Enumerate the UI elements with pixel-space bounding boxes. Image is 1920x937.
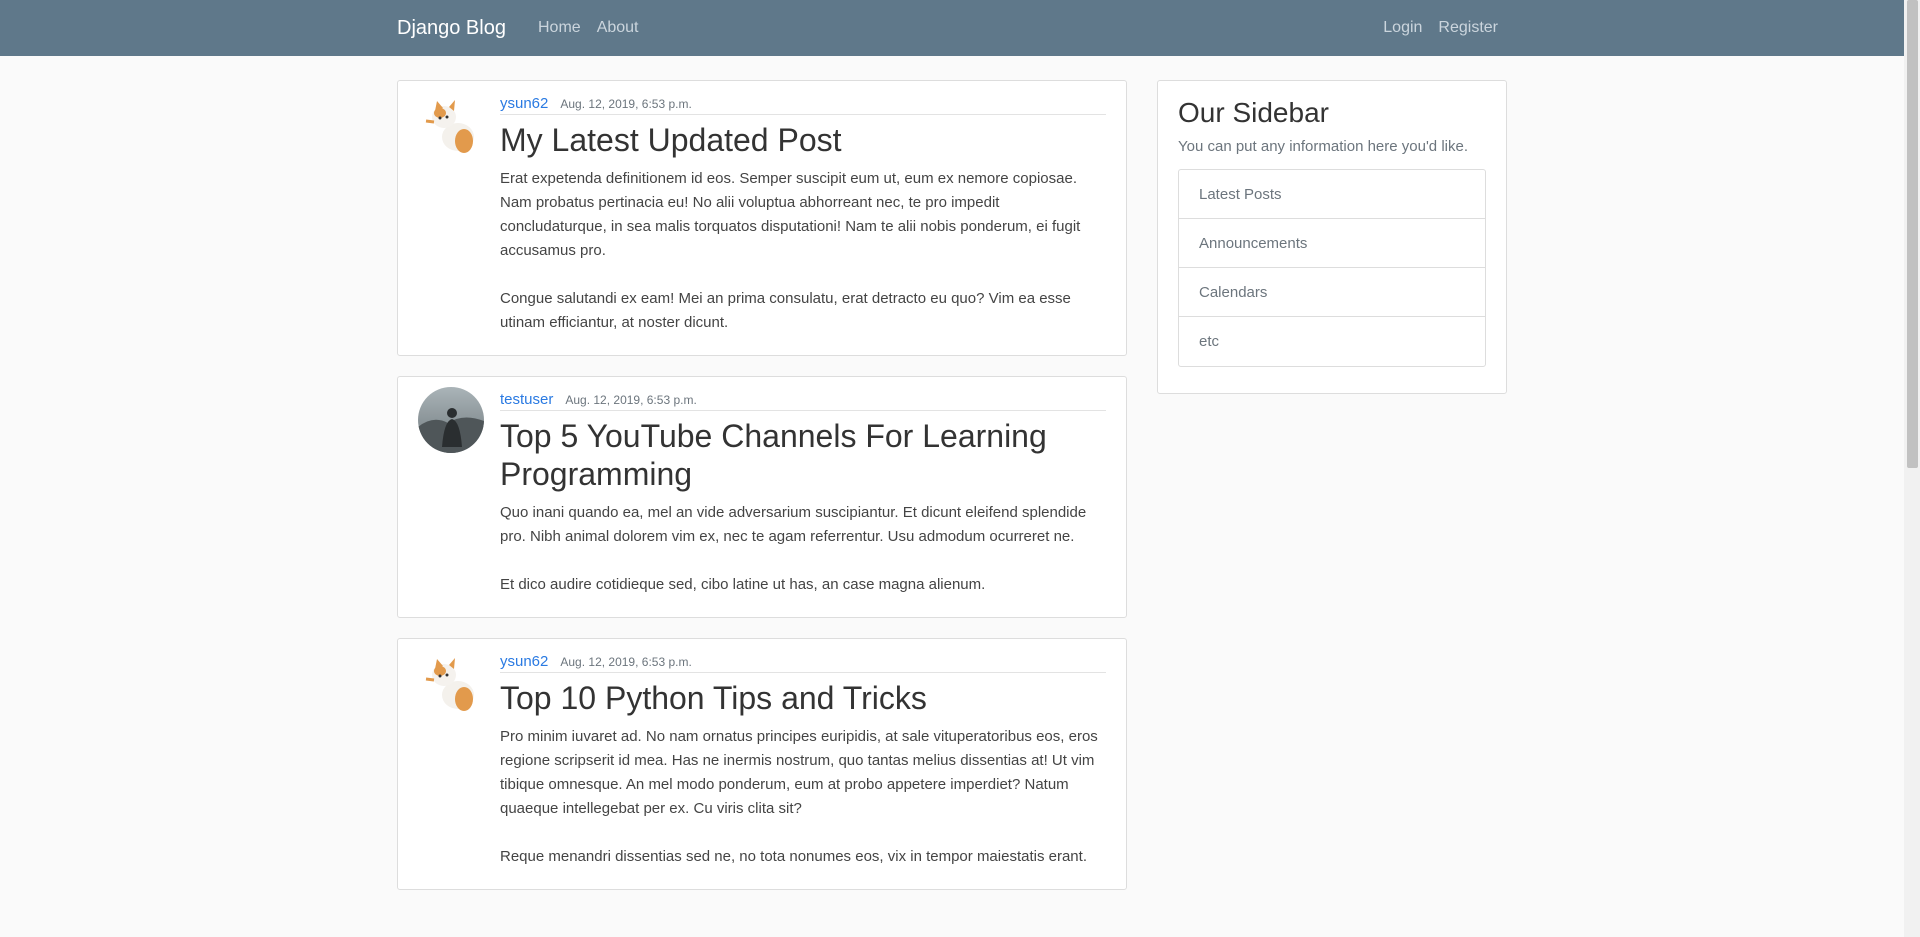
nav-auth-links: Login Register: [1383, 18, 1498, 38]
post-date: Aug. 12, 2019, 6:53 p.m.: [565, 393, 697, 407]
nav-register-link[interactable]: Register: [1438, 18, 1498, 38]
sidebar: Our Sidebar You can put any information …: [1157, 80, 1507, 394]
post-content: Pro minim iuvaret ad. No nam ornatus pri…: [500, 728, 1098, 865]
post-content: Quo inani quando ea, mel an vide adversa…: [500, 504, 1087, 593]
post-title-link[interactable]: Top 10 Python Tips and Tricks: [500, 679, 1106, 717]
sidebar-description: You can put any information here you'd l…: [1178, 138, 1468, 155]
sidebar-item-announcements[interactable]: Announcements: [1179, 219, 1485, 268]
post-author-link[interactable]: ysun62: [500, 95, 548, 112]
cat-avatar-icon[interactable]: [418, 91, 484, 157]
vertical-scrollbar[interactable]: [1904, 0, 1920, 937]
post-title-link[interactable]: My Latest Updated Post: [500, 121, 1106, 159]
sidebar-list: Latest Posts Announcements Calendars etc: [1178, 169, 1486, 367]
nav-login-link[interactable]: Login: [1383, 18, 1422, 38]
post-meta: ysun62 Aug. 12, 2019, 6:53 p.m.: [500, 95, 1106, 115]
nav-home-link[interactable]: Home: [538, 18, 581, 38]
post-title-link[interactable]: Top 5 YouTube Channels For Learning Prog…: [500, 417, 1106, 493]
sidebar-item-etc[interactable]: etc: [1179, 317, 1485, 366]
nav-about-link[interactable]: About: [597, 18, 639, 38]
post-meta: testuser Aug. 12, 2019, 6:53 p.m.: [500, 391, 1106, 411]
sidebar-item-calendars[interactable]: Calendars: [1179, 268, 1485, 317]
scrollbar-thumb[interactable]: [1907, 0, 1918, 468]
cat-avatar-icon[interactable]: [418, 649, 484, 715]
post-author-link[interactable]: ysun62: [500, 653, 548, 670]
post-author-link[interactable]: testuser: [500, 391, 553, 408]
post-card: ysun62 Aug. 12, 2019, 6:53 p.m. My Lates…: [397, 80, 1127, 356]
navbar: Django Blog Home About Login Register: [0, 0, 1904, 56]
person-avatar-icon[interactable]: [418, 387, 484, 453]
post-date: Aug. 12, 2019, 6:53 p.m.: [560, 655, 692, 669]
brand-link[interactable]: Django Blog: [397, 16, 506, 40]
nav-links: Home About: [538, 18, 639, 38]
post-card: ysun62 Aug. 12, 2019, 6:53 p.m. Top 10 P…: [397, 638, 1127, 890]
post-card: testuser Aug. 12, 2019, 6:53 p.m. Top 5 …: [397, 376, 1127, 618]
navbar-container: Django Blog Home About Login Register: [397, 0, 1507, 56]
post-content: Erat expetenda definitionem id eos. Semp…: [500, 170, 1081, 331]
sidebar-title: Our Sidebar: [1178, 97, 1329, 128]
post-date: Aug. 12, 2019, 6:53 p.m.: [560, 97, 692, 111]
post-list: ysun62 Aug. 12, 2019, 6:53 p.m. My Lates…: [397, 80, 1127, 910]
post-meta: ysun62 Aug. 12, 2019, 6:53 p.m.: [500, 653, 1106, 673]
sidebar-item-latest-posts[interactable]: Latest Posts: [1179, 170, 1485, 219]
